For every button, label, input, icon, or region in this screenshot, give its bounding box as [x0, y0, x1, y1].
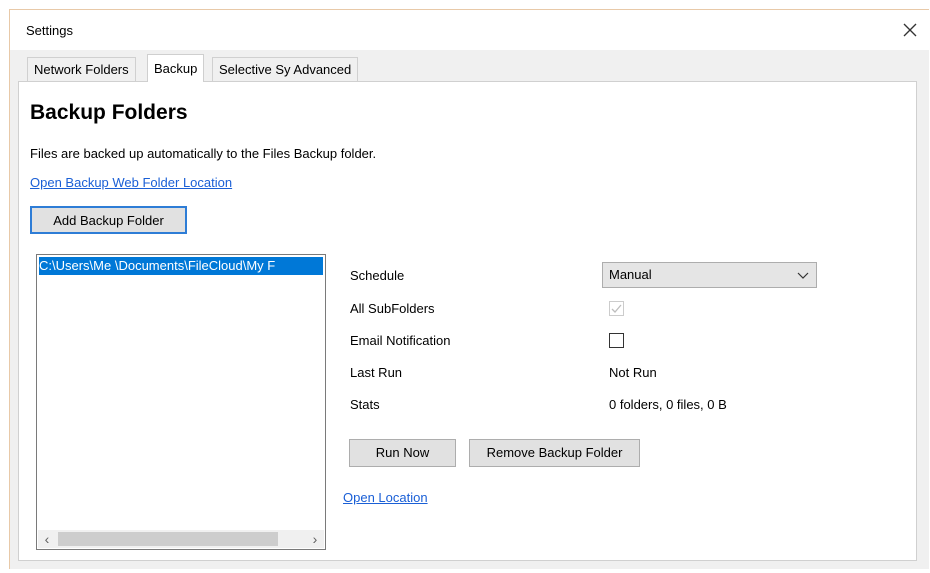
last-run-value: Not Run — [609, 365, 657, 380]
backup-description: Files are backed up automatically to the… — [30, 146, 377, 161]
chevron-down-icon — [797, 272, 809, 279]
stats-value: 0 folders, 0 files, 0 B — [609, 397, 727, 412]
backup-folder-list[interactable]: C:\Users\Me \Documents\FileCloud\My F ‹ … — [36, 254, 326, 550]
checkmark-icon — [611, 304, 622, 313]
email-notification-label: Email Notification — [350, 333, 451, 348]
run-now-button[interactable]: Run Now — [349, 439, 456, 467]
schedule-value: Manual — [609, 267, 652, 282]
tab-backup[interactable]: Backup — [147, 54, 205, 82]
tab-selective-sync-advanced[interactable]: Selective Sy Advanced — [212, 57, 359, 81]
stats-label: Stats — [350, 397, 380, 412]
last-run-label: Last Run — [350, 365, 403, 380]
email-notification-checkbox[interactable] — [609, 333, 624, 348]
horizontal-scrollbar[interactable]: ‹ › — [38, 530, 324, 548]
schedule-label: Schedule — [350, 268, 405, 283]
close-icon[interactable] — [898, 18, 922, 42]
window-title: Settings — [26, 23, 73, 38]
all-subfolders-label: All SubFolders — [350, 301, 435, 316]
scroll-right-icon[interactable]: › — [306, 530, 324, 548]
scroll-left-icon[interactable]: ‹ — [38, 530, 56, 548]
tab-network-folders[interactable]: Network Folders — [27, 57, 136, 81]
page-title: Backup Folders — [30, 101, 188, 124]
title-bar: Settings — [10, 10, 930, 50]
add-backup-folder-button[interactable]: Add Backup Folder — [30, 206, 187, 234]
remove-backup-folder-button[interactable]: Remove Backup Folder — [469, 439, 640, 467]
schedule-select[interactable]: Manual — [602, 262, 817, 288]
open-backup-web-folder-link[interactable]: Open Backup Web Folder Location — [30, 175, 232, 190]
scrollbar-thumb[interactable] — [58, 532, 278, 546]
open-location-link[interactable]: Open Location — [343, 490, 428, 505]
list-item[interactable]: C:\Users\Me \Documents\FileCloud\My F — [39, 257, 323, 275]
all-subfolders-checkbox[interactable] — [609, 301, 624, 316]
